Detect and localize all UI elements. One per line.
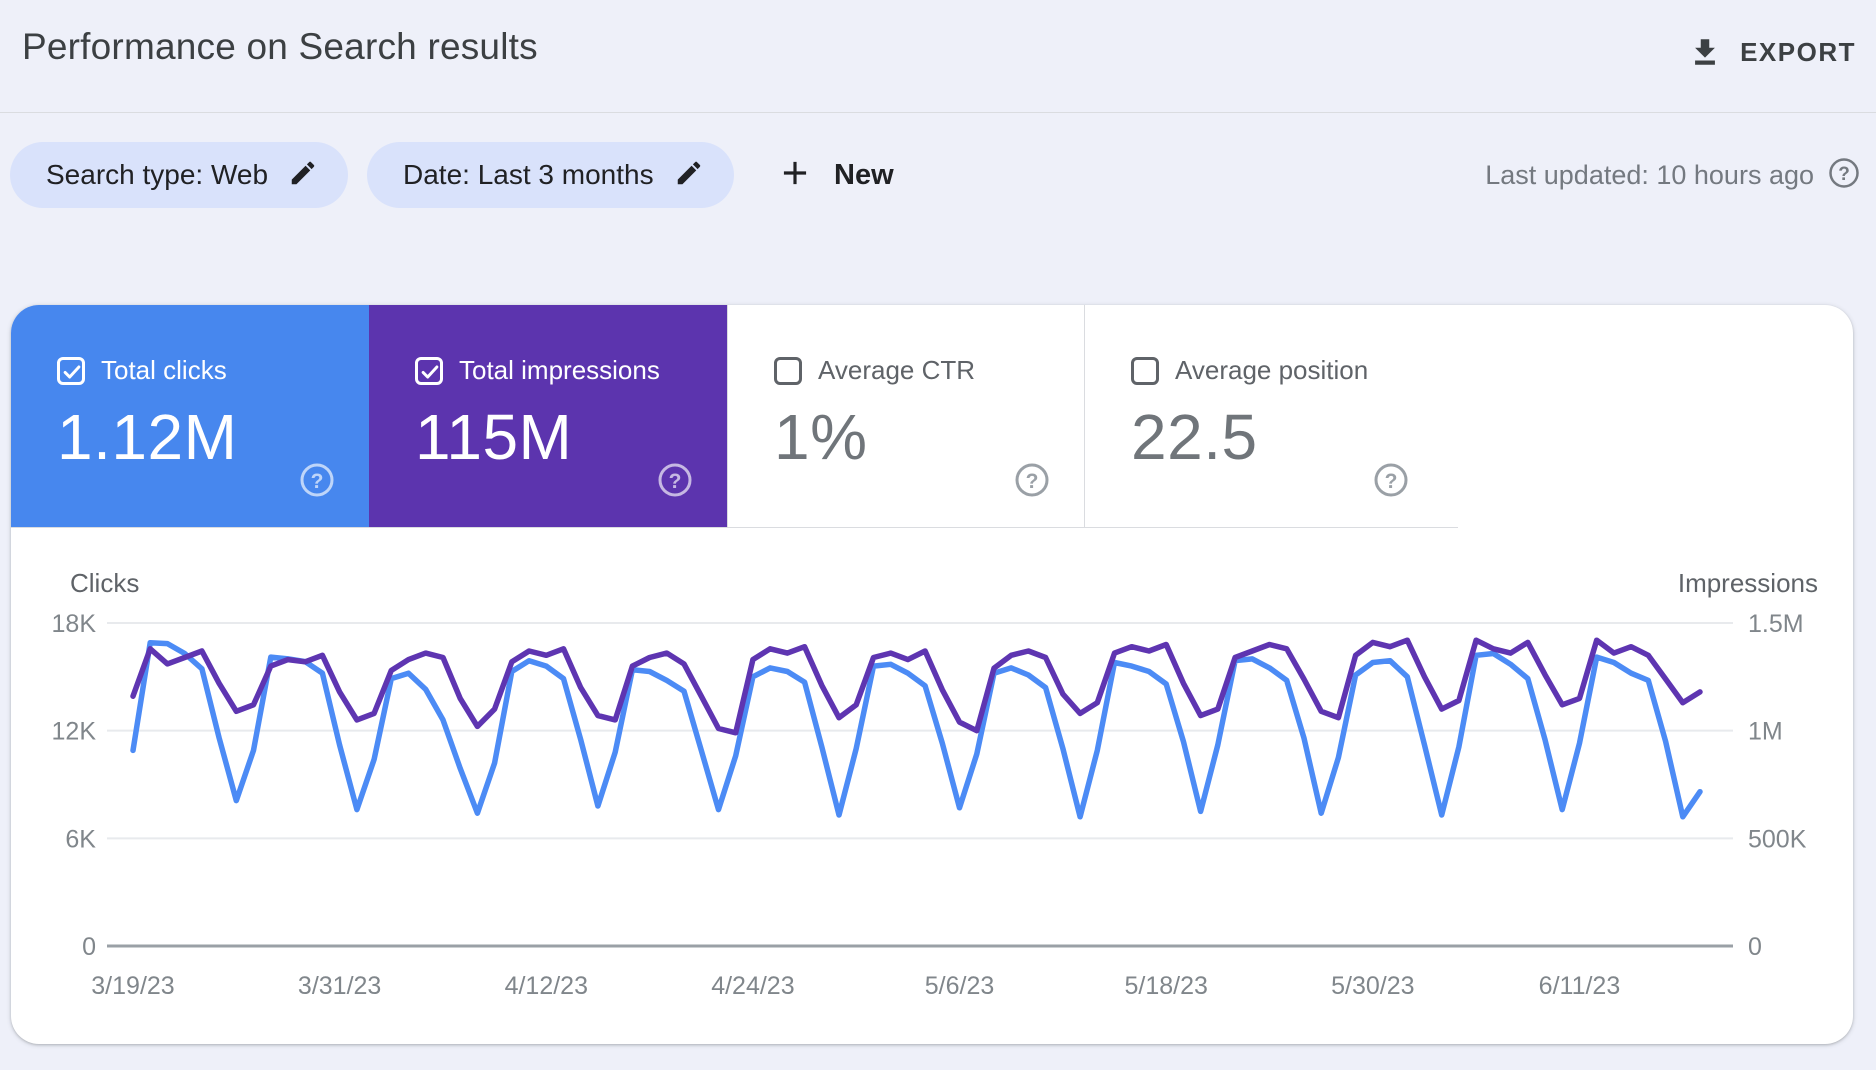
top-bar: Performance on Search results EXPORT [0, 0, 1876, 113]
header-divider [0, 112, 1876, 113]
tile-head: Average position [1131, 355, 1443, 386]
tile-label: Average position [1175, 355, 1369, 385]
page-title: Performance on Search results [22, 26, 538, 67]
edit-pencil-icon [288, 158, 318, 193]
download-icon [1688, 35, 1722, 69]
help-circle-icon[interactable]: ? [657, 462, 693, 503]
svg-text:?: ? [1026, 470, 1039, 493]
new-filter-label: New [834, 158, 894, 191]
edit-pencil-icon [674, 158, 704, 193]
tile-head: Total impressions [415, 355, 727, 386]
filter-row: Search type: Web Date: Last 3 months New… [0, 142, 1876, 208]
help-circle-icon[interactable]: ? [299, 462, 335, 503]
average-position-checkbox[interactable] [1131, 356, 1159, 385]
export-label: EXPORT [1740, 36, 1856, 67]
metric-tile-average-ctr[interactable]: Average CTR 1% ? [727, 305, 1085, 527]
metric-tiles: Total clicks 1.12M ? Total impressions 1… [11, 305, 1853, 527]
help-circle-icon[interactable]: ? [1828, 157, 1860, 194]
help-circle-icon: ? [300, 463, 334, 497]
performance-card: Total clicks 1.12M ? Total impressions 1… [11, 305, 1853, 1044]
search-type-chip[interactable]: Search type: Web [10, 142, 349, 208]
tile-label: Total clicks [101, 355, 227, 385]
date-range-chip[interactable]: Date: Last 3 months [367, 142, 734, 208]
right-axis-title: Impressions [1677, 568, 1818, 598]
export-button[interactable]: EXPORT [1682, 22, 1862, 82]
new-filter-button[interactable]: New [766, 142, 904, 208]
help-circle-icon: ? [658, 463, 692, 497]
tile-label: Total impressions [459, 355, 660, 385]
metric-tile-total-clicks[interactable]: Total clicks 1.12M ? [11, 305, 369, 527]
total-impressions-checkbox[interactable] [415, 356, 443, 385]
performance-page: Performance on Search results EXPORT Sea… [0, 0, 1876, 1070]
tile-label: Average CTR [818, 355, 976, 385]
search-type-chip-label: Search type: Web [46, 159, 269, 190]
last-updated: Last updated: 10 hours ago ? [1485, 142, 1860, 208]
tile-head: Average CTR [774, 355, 1084, 386]
help-circle-icon: ? [1374, 463, 1408, 497]
average-ctr-checkbox[interactable] [774, 356, 802, 385]
svg-text:?: ? [669, 470, 682, 493]
svg-text:?: ? [1385, 470, 1398, 493]
total-clicks-checkbox[interactable] [57, 356, 85, 385]
tiles-divider [11, 527, 1458, 528]
left-axis-title: Clicks [70, 568, 140, 598]
metric-tile-average-position[interactable]: Average position 22.5 ? [1085, 305, 1443, 527]
help-circle-icon: ? [1015, 463, 1049, 497]
svg-text:?: ? [311, 470, 324, 493]
help-circle-icon[interactable]: ? [1373, 462, 1409, 503]
last-updated-text: Last updated: 10 hours ago [1485, 159, 1814, 190]
metric-tile-total-impressions[interactable]: Total impressions 115M ? [369, 305, 727, 527]
plus-icon [776, 154, 814, 197]
tile-head: Total clicks [57, 355, 369, 386]
help-circle-icon[interactable]: ? [1014, 462, 1050, 503]
date-range-chip-label: Date: Last 3 months [403, 159, 654, 190]
svg-text:?: ? [1838, 164, 1850, 185]
